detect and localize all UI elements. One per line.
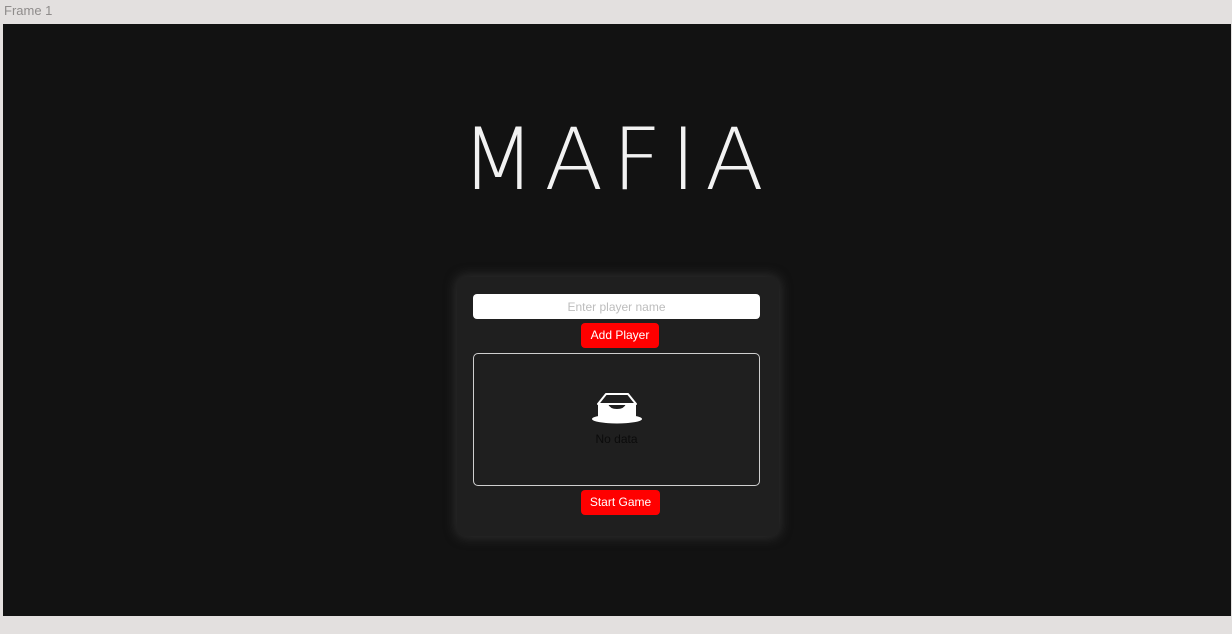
add-player-button[interactable]: Add Player (581, 323, 659, 348)
start-game-button[interactable]: Start Game (581, 490, 660, 515)
player-setup-card: Add Player No data Start Game (457, 277, 779, 536)
empty-inbox-icon (592, 393, 642, 424)
frame-label: Frame 1 (4, 3, 53, 18)
player-name-input[interactable] (473, 294, 760, 319)
empty-state-text: No data (595, 432, 638, 446)
app-frame: MAFIA Add Player No data Start Game (3, 24, 1231, 616)
app-title: MAFIA (461, 110, 773, 210)
player-list: No data (473, 353, 760, 486)
